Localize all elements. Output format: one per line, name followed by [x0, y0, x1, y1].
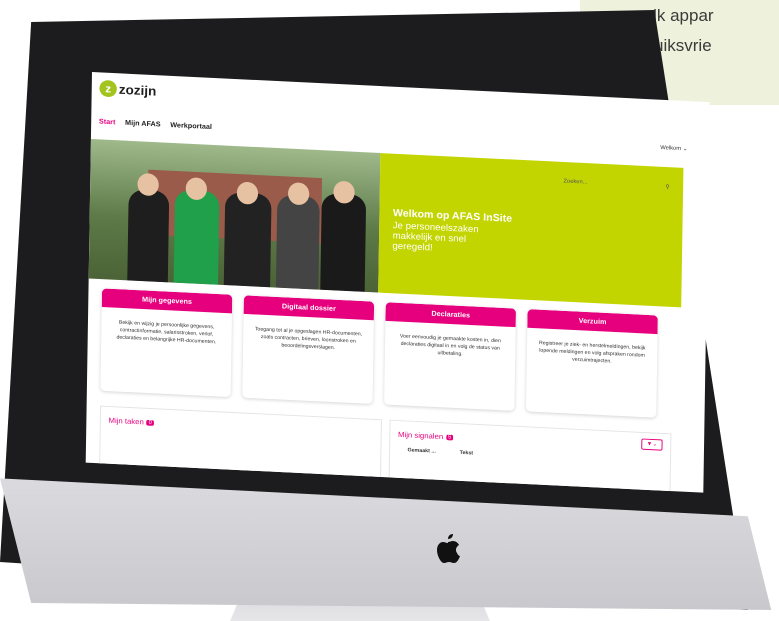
tile-mijn-gegevens[interactable]: Mijn gegevens Bekijk en wijzig je persoo…	[100, 288, 233, 398]
tile-declaraties[interactable]: Declaraties Voer eenvoudig je gemaakte k…	[384, 302, 517, 411]
tasks-title: Mijn taken 0	[109, 416, 154, 427]
column-header-text[interactable]: Tekst	[460, 450, 474, 456]
search-input[interactable]: Zoeken... ⚲	[563, 175, 669, 193]
hero-text-panel: Zoeken... ⚲ Welkom op AFAS InSite Je per…	[378, 153, 684, 308]
hero-banner: Zoeken... ⚲ Welkom op AFAS InSite Je per…	[88, 138, 684, 308]
nav-werkportaal[interactable]: Werkportaal	[170, 120, 212, 130]
apple-logo-icon	[437, 534, 460, 563]
tile-verzuim[interactable]: Verzuim Registreer je ziek- en herstelme…	[525, 309, 658, 418]
person-figure	[127, 189, 170, 283]
hero-subtitle: Je personeelszaken makkelijk en snel ger…	[392, 220, 479, 254]
signals-panel: Mijn signalen 5 ▼⌄ Gemaakt ... Tekst	[388, 419, 672, 493]
user-menu[interactable]: Welkom ⌄	[660, 144, 687, 152]
signals-title-label: Mijn signalen	[398, 430, 444, 441]
tasks-count-badge: 0	[146, 419, 154, 426]
tile-text: Registreer je ziek- en herstelmeldingen,…	[538, 340, 646, 365]
tile-digitaal-dossier[interactable]: Digitaal dossier Toegang tot al je opges…	[242, 295, 375, 404]
nav-start[interactable]: Start	[99, 117, 116, 126]
logo-text: zozijn	[118, 81, 157, 99]
tile-row: Mijn gegevens Bekijk en wijzig je persoo…	[100, 288, 658, 418]
filter-icon[interactable]: ▼⌄	[641, 438, 663, 451]
nav-mijn-afas[interactable]: Mijn AFAS	[125, 118, 161, 128]
logo-icon: z	[99, 79, 117, 98]
logo[interactable]: z zozijn	[99, 79, 157, 100]
main-nav: Start Mijn AFAS Werkportaal	[99, 117, 212, 131]
search-placeholder: Zoeken...	[563, 178, 588, 186]
tasks-title-label: Mijn taken	[108, 416, 144, 427]
tile-text: Voer eenvoudig je gemaakte kosten in, di…	[399, 333, 501, 358]
column-header-created[interactable]: Gemaakt ...	[407, 448, 435, 455]
signals-title: Mijn signalen 5	[398, 430, 454, 441]
welcome-label: Welkom	[660, 145, 682, 152]
monitor-screen: z zozijn Start Mijn AFAS Werkportaal Wel…	[85, 72, 710, 493]
tile-text: Toegang tot al je opgeslagen HR-document…	[254, 326, 363, 351]
person-figure	[173, 189, 220, 285]
tile-text: Bekijk en wijzig je persoonlijke gegeven…	[116, 319, 217, 346]
chevron-down-icon: ⌄	[682, 146, 688, 153]
person-figure	[275, 194, 320, 290]
person-figure	[320, 193, 367, 292]
signals-count-badge: 5	[446, 434, 454, 441]
person-figure	[223, 192, 272, 288]
tasks-panel: Mijn taken 0	[98, 405, 382, 493]
team-photo	[88, 138, 381, 293]
search-icon[interactable]: ⚲	[665, 183, 669, 190]
